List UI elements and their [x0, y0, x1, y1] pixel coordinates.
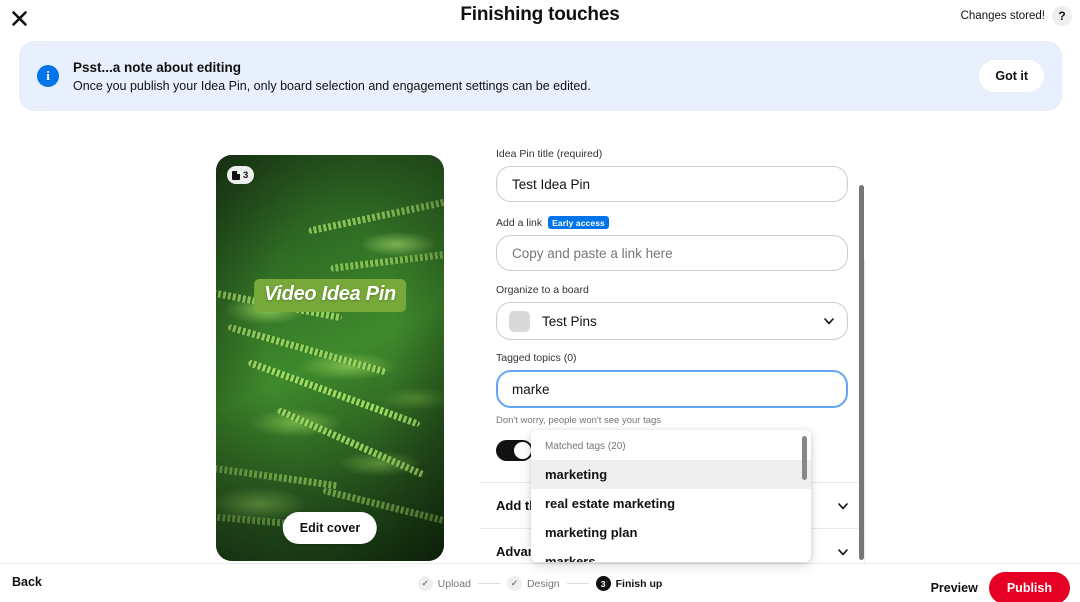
got-it-button[interactable]: Got it — [979, 60, 1044, 92]
chevron-down-icon — [838, 548, 848, 555]
footer-actions: Preview Publish — [931, 572, 1070, 602]
organize-board-label: Organize to a board — [496, 284, 589, 296]
tag-option-markers[interactable]: markers — [531, 547, 811, 562]
page-title: Finishing touches — [460, 4, 620, 25]
matched-tags-header: Matched tags (20) — [545, 441, 626, 452]
step-design-marker: ✓ — [506, 576, 522, 591]
add-a-link-input[interactable] — [496, 235, 848, 271]
page-count-badge: 3 — [227, 166, 255, 184]
tag-option-marketing-plan[interactable]: marketing plan — [531, 518, 811, 547]
info-icon: i — [37, 65, 59, 87]
step-finish-up[interactable]: 3 Finish up — [595, 576, 663, 591]
step-progress: ✓ Upload ✓ Design 3 Finish up — [0, 576, 1080, 591]
preview-button[interactable]: Preview — [931, 581, 978, 595]
board-select[interactable]: Test Pins — [496, 302, 848, 340]
column-divider — [864, 259, 865, 602]
field-organize-to-board: Organize to a board Test Pins — [496, 284, 848, 340]
step-upload-label: Upload — [437, 577, 471, 590]
step-design-label: Design — [526, 577, 560, 590]
banner-subtitle: Once you publish your Idea Pin, only boa… — [73, 78, 591, 93]
pin-preview-panel: 3 Video Idea Pin Edit cover — [216, 155, 444, 561]
help-icon[interactable]: ? — [1052, 6, 1072, 26]
pin-overlay-text: Video Idea Pin — [254, 278, 406, 312]
tagged-topics-input[interactable] — [496, 370, 848, 408]
editing-note-banner: i Psst...a note about editing Once you p… — [19, 41, 1062, 111]
add-a-link-label: Add a link Early access — [496, 216, 848, 229]
app-header: Finishing touches Changes stored! ? — [0, 0, 1080, 32]
page-count-value: 3 — [243, 169, 249, 181]
pages-icon — [232, 169, 241, 180]
form-column-scrollbar[interactable] — [859, 185, 864, 560]
edit-cover-button[interactable]: Edit cover — [282, 512, 378, 544]
chevron-down-icon — [824, 318, 834, 325]
tagged-topics-label: Tagged topics (0) — [496, 352, 577, 364]
matched-tags-dropdown[interactable]: Matched tags (20) marketing real estate … — [531, 430, 811, 562]
step-finish-up-marker: 3 — [595, 576, 611, 591]
banner-title: Psst...a note about editing — [73, 59, 242, 75]
board-selected-value: Test Pins — [542, 313, 597, 329]
field-idea-pin-title: Idea Pin title (required) — [496, 148, 848, 202]
preview-vignette — [216, 155, 444, 561]
step-upload[interactable]: ✓ Upload — [417, 576, 471, 591]
field-tagged-topics: Tagged topics (0) Don't worry, people wo… — [496, 352, 848, 426]
field-add-a-link: Add a link Early access — [496, 216, 848, 271]
comments-toggle[interactable] — [496, 440, 533, 461]
tag-option-real-estate-marketing[interactable]: real estate marketing — [531, 489, 811, 518]
step-finish-up-label: Finish up — [615, 577, 663, 590]
header-right-group: Changes stored! ? — [961, 6, 1072, 26]
step-upload-marker: ✓ — [417, 576, 433, 591]
step-separator — [477, 583, 500, 584]
idea-pin-title-input[interactable] — [496, 166, 848, 202]
toggle-knob — [514, 442, 531, 459]
idea-pin-editor: Finishing touches Changes stored! ? i Ps… — [0, 0, 1080, 602]
early-access-badge: Early access — [548, 216, 609, 229]
editor-footer: Back ✓ Upload ✓ Design 3 Finish up Previ… — [0, 563, 1080, 602]
chevron-down-icon — [838, 502, 848, 509]
banner-text-group: Psst...a note about editing Once you pub… — [73, 60, 979, 93]
tag-option-marketing[interactable]: marketing — [531, 460, 811, 489]
board-thumbnail — [509, 310, 530, 332]
step-design[interactable]: ✓ Design — [506, 576, 560, 591]
idea-pin-title-label: Idea Pin title (required) — [496, 148, 603, 160]
publish-button[interactable]: Publish — [988, 572, 1070, 602]
changes-stored-status: Changes stored! — [960, 10, 1045, 22]
tagged-topics-helper: Don't worry, people won't see your tags — [496, 415, 662, 426]
pin-preview-card[interactable]: 3 Video Idea Pin Edit cover — [216, 155, 444, 561]
step-separator — [566, 583, 589, 584]
add-a-link-label-text: Add a link — [496, 216, 543, 229]
dropdown-scrollbar[interactable] — [802, 436, 807, 480]
